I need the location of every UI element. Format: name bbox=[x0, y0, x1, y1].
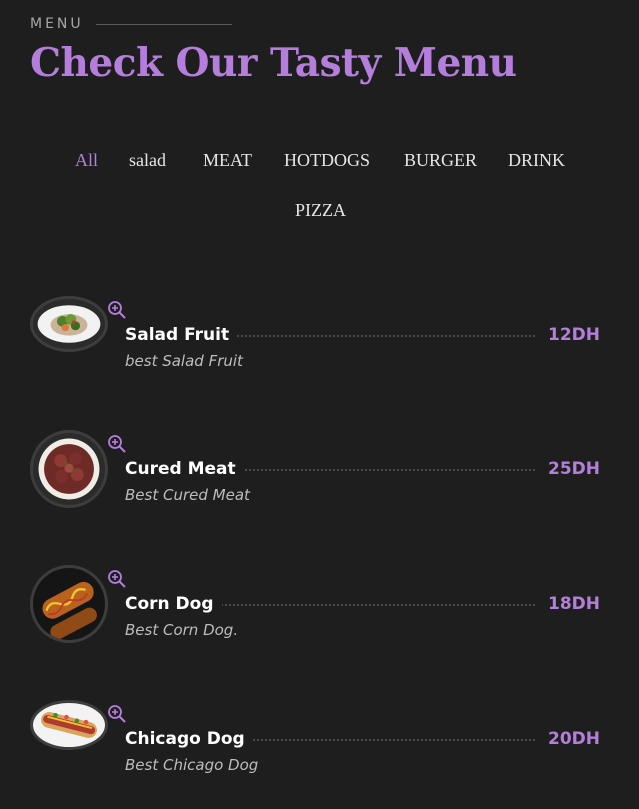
zoom-in-icon[interactable] bbox=[107, 569, 127, 589]
zoom-in-icon[interactable] bbox=[107, 704, 127, 724]
menu-item-chicago-dog: Chicago Dog 20DH Best Chicago Dog bbox=[30, 700, 600, 800]
item-name: Salad Fruit bbox=[125, 325, 238, 345]
menu-item-salad-fruit: Salad Fruit 12DH best Salad Fruit bbox=[30, 296, 600, 396]
zoom-in-icon[interactable] bbox=[107, 434, 127, 454]
item-price: 20DH bbox=[540, 729, 600, 749]
eyebrow-label: MENU bbox=[30, 16, 84, 32]
zoom-in-icon[interactable] bbox=[107, 300, 127, 320]
item-description: Best Chicago Dog bbox=[125, 756, 259, 774]
filter-meat[interactable]: MEAT bbox=[203, 150, 252, 171]
salad-plate-icon[interactable] bbox=[30, 296, 108, 352]
corn-dog-icon[interactable] bbox=[30, 565, 108, 643]
item-name: Chicago Dog bbox=[125, 729, 253, 749]
eyebrow-divider bbox=[95, 23, 232, 25]
item-description: Best Cured Meat bbox=[125, 486, 250, 504]
item-name: Cured Meat bbox=[125, 459, 244, 479]
section-eyebrow: MENU bbox=[30, 16, 232, 32]
filter-drink[interactable]: DRINK bbox=[508, 150, 565, 171]
menu-item-cured-meat: Cured Meat 25DH Best Cured Meat bbox=[30, 430, 600, 530]
chicago-dog-icon[interactable] bbox=[30, 700, 108, 750]
filter-burger[interactable]: BURGER bbox=[404, 150, 477, 171]
cured-meat-icon[interactable] bbox=[30, 430, 108, 508]
item-name: Corn Dog bbox=[125, 594, 222, 614]
item-price: 12DH bbox=[540, 325, 600, 345]
filter-salad[interactable]: salad bbox=[129, 150, 166, 171]
item-price: 25DH bbox=[540, 459, 600, 479]
filter-all[interactable]: All bbox=[75, 150, 98, 171]
item-description: best Salad Fruit bbox=[125, 352, 243, 370]
item-price: 18DH bbox=[540, 594, 600, 614]
filter-pizza[interactable]: PIZZA bbox=[295, 200, 346, 221]
filter-hotdogs[interactable]: HOTDOGS bbox=[284, 150, 370, 171]
menu-item-corn-dog: Corn Dog 18DH Best Corn Dog. bbox=[30, 565, 600, 665]
page-title: Check Our Tasty Menu bbox=[30, 40, 517, 86]
item-description: Best Corn Dog. bbox=[125, 621, 239, 639]
